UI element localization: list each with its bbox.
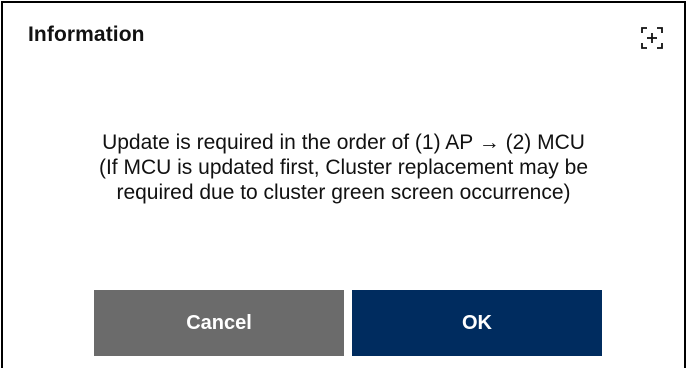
information-dialog: Information Update is required in the or… [1, 1, 686, 368]
dialog-title: Information [28, 23, 145, 46]
ok-button[interactable]: OK [352, 290, 602, 356]
expand-icon[interactable] [640, 26, 664, 50]
expand-icon-graphic [641, 27, 663, 49]
message-line-1: Update is required in the order of (1) A… [102, 131, 585, 154]
cancel-button[interactable]: Cancel [94, 290, 344, 356]
message-line-3: required due to cluster green screen occ… [116, 181, 571, 204]
dialog-message: Update is required in the order of (1) A… [3, 130, 684, 205]
message-line-2: (If MCU is updated first, Cluster replac… [98, 156, 588, 179]
